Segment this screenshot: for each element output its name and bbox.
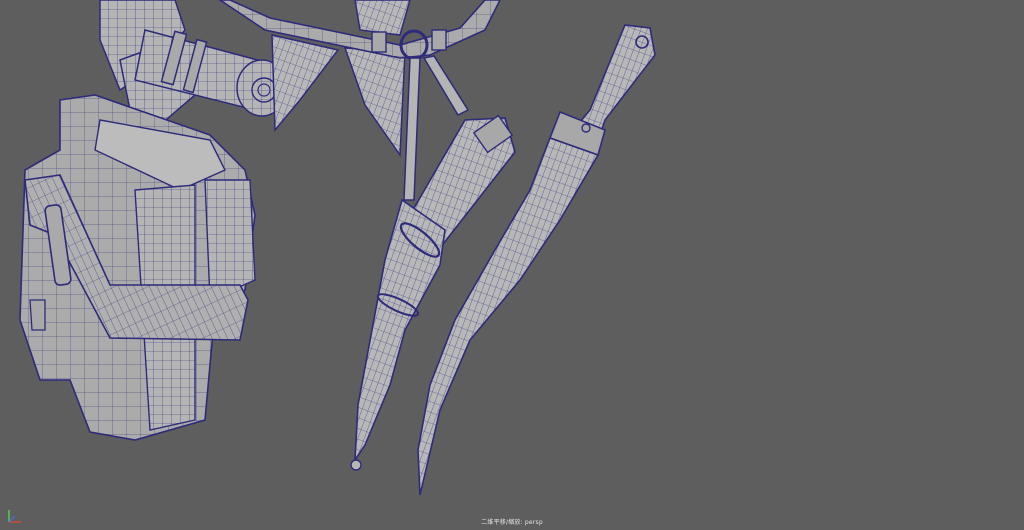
3d-viewport[interactable]: 二维平移/缩放: persp [0,0,1024,530]
box-pack-mesh [19,94,256,441]
camera-label: 二维平移/缩放: persp [481,519,543,526]
axis-gizmo-icon [8,510,21,523]
scene-wireframe [19,0,656,496]
